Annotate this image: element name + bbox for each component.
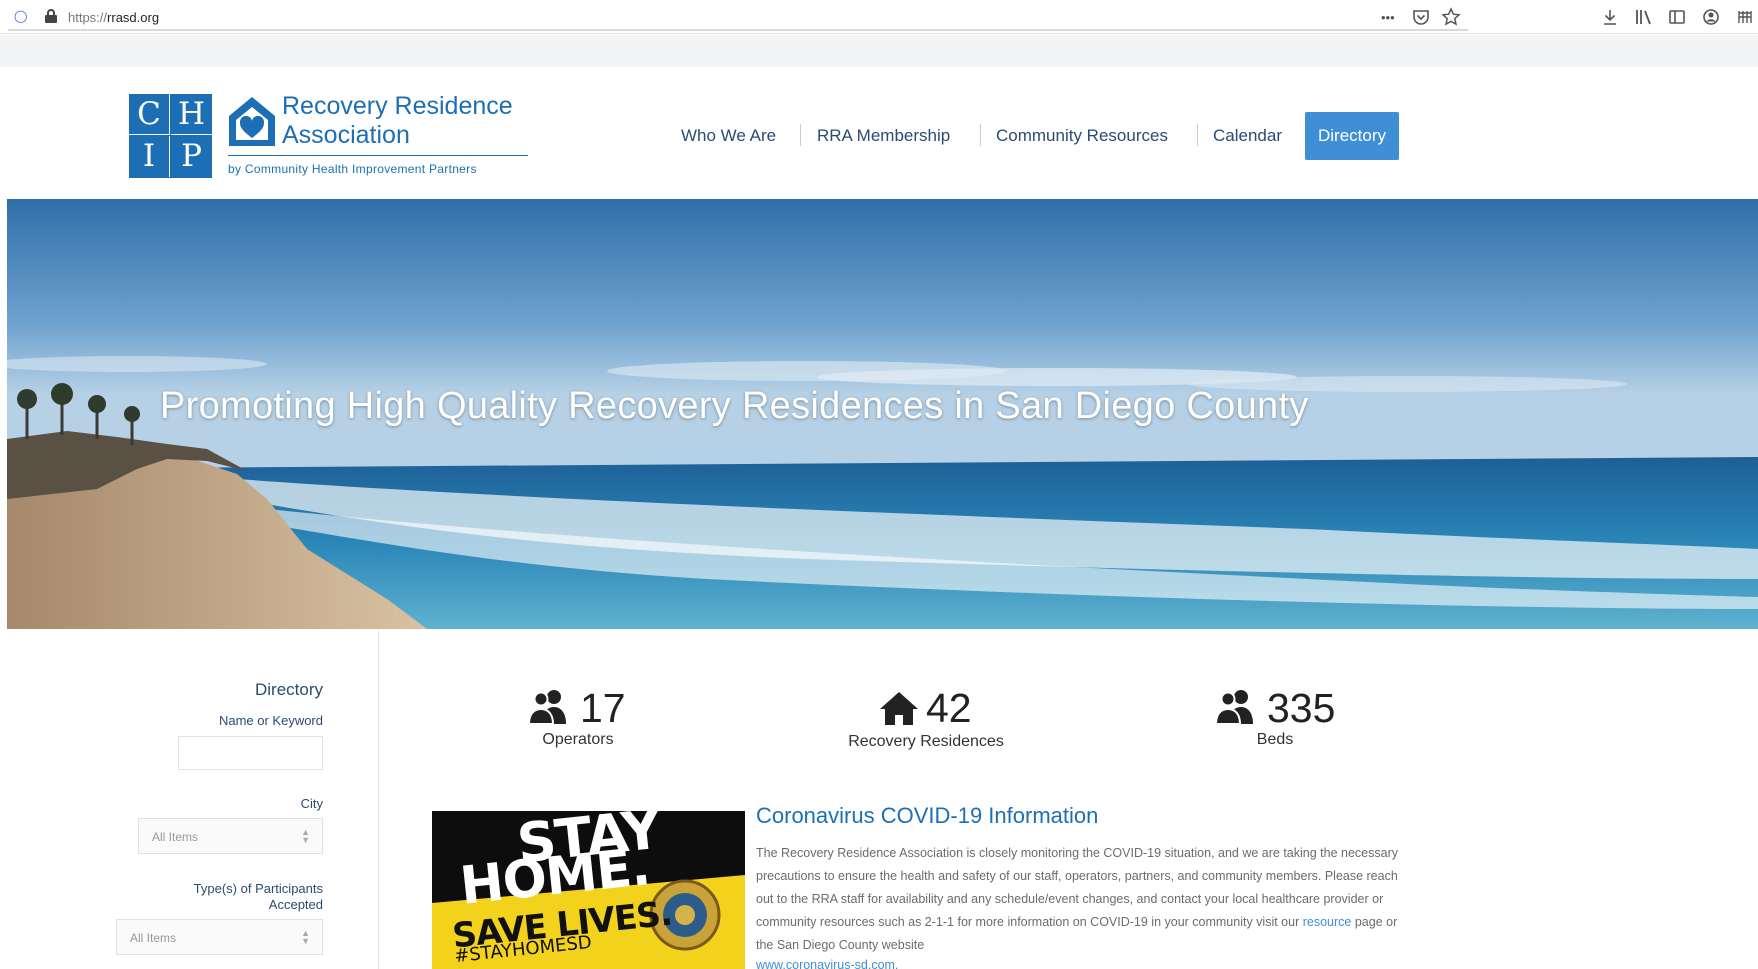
participants-label-line: Accepted — [268, 897, 323, 912]
stay-home-image[interactable]: STAY HOME. SAVE LIVES. #STAYHOMESD — [432, 811, 745, 969]
shield-icon[interactable]: ◯ — [14, 9, 27, 23]
lock-icon[interactable] — [44, 9, 58, 23]
users-icon — [528, 690, 566, 725]
menu-icon[interactable] — [1736, 8, 1754, 26]
select-arrows-icon: ▲ ▼ — [301, 928, 310, 946]
nav-separator — [800, 124, 801, 146]
city-select[interactable]: All Items ▲ ▼ — [138, 818, 323, 854]
coronavirus-sd-link[interactable]: www.coronavirus-sd.com. — [756, 958, 898, 969]
chip-logo[interactable]: C H I P — [129, 94, 212, 178]
name-keyword-input[interactable] — [178, 736, 323, 770]
url-text[interactable]: https://rrasd.org — [68, 10, 159, 25]
operators-count: 17 — [580, 685, 626, 731]
logo-letter: I — [129, 136, 170, 177]
beds-count: 335 — [1267, 685, 1336, 731]
browser-toolbar: ◯ https://rrasd.org ••• — [0, 0, 1758, 34]
logo-letter: C — [129, 94, 170, 135]
nav-calendar[interactable]: Calendar — [1213, 112, 1282, 160]
sidebar-divider — [378, 630, 379, 969]
nav-directory[interactable]: Directory — [1305, 112, 1400, 160]
sidebar-heading: Directory — [254, 680, 323, 699]
account-icon[interactable] — [1702, 8, 1720, 26]
org-name-line: Recovery Residence — [282, 92, 513, 120]
resource-link[interactable]: resource — [1303, 915, 1352, 929]
name-keyword-label: Name or Keyword — [218, 713, 323, 728]
bookmark-star-icon[interactable] — [1441, 7, 1461, 27]
city-label: City — [300, 796, 323, 811]
residences-label: Recovery Residences — [848, 733, 1004, 750]
city-select-value: All Items — [152, 830, 199, 844]
covid-title[interactable]: Coronavirus COVID-19 Information — [756, 803, 1098, 829]
logo-letter: P — [181, 138, 202, 174]
home-icon — [880, 692, 918, 725]
address-bar[interactable] — [8, 3, 1468, 31]
nav-rra-membership[interactable]: RRA Membership — [817, 112, 950, 160]
house-heart-logo-icon[interactable] — [226, 94, 278, 150]
more-icon[interactable]: ••• — [1381, 9, 1395, 27]
logo-divider — [228, 155, 528, 156]
hero-title: Promoting High Quality Recovery Residenc… — [160, 385, 1309, 427]
logo-letter: H — [171, 94, 212, 135]
select-arrows-icon: ▲ ▼ — [301, 827, 310, 845]
nav-who-we-are[interactable]: Who We Are — [681, 112, 776, 160]
residences-count: 42 — [926, 685, 972, 731]
org-name[interactable]: Recovery Residence Association — [282, 92, 513, 150]
download-icon[interactable] — [1601, 8, 1619, 26]
covid-body-text: The Recovery Residence Association is cl… — [756, 846, 1398, 929]
org-name-line: Association — [282, 121, 410, 149]
covid-body: The Recovery Residence Association is cl… — [756, 842, 1416, 957]
participants-select-value: All Items — [130, 931, 177, 945]
nav-separator — [1197, 124, 1198, 146]
sidebar-icon[interactable] — [1668, 8, 1686, 26]
participants-select[interactable]: All Items ▲ ▼ — [116, 919, 323, 955]
nav-separator — [980, 124, 981, 146]
pocket-icon[interactable] — [1412, 8, 1430, 26]
library-icon[interactable] — [1634, 8, 1654, 26]
operators-label: Operators — [542, 731, 614, 748]
page-top-strip — [0, 35, 1758, 67]
users-icon — [1215, 690, 1253, 725]
participants-label-line: Type(s) of Participants — [193, 881, 323, 896]
hero-banner: Promoting High Quality Recovery Residenc… — [7, 199, 1758, 629]
nav-community-resources[interactable]: Community Resources — [996, 112, 1168, 160]
participants-label: Type(s) of Participants Accepted — [194, 881, 323, 913]
beds-label: Beds — [1256, 731, 1294, 748]
org-tagline: by Community Health Improvement Partners — [228, 162, 477, 176]
